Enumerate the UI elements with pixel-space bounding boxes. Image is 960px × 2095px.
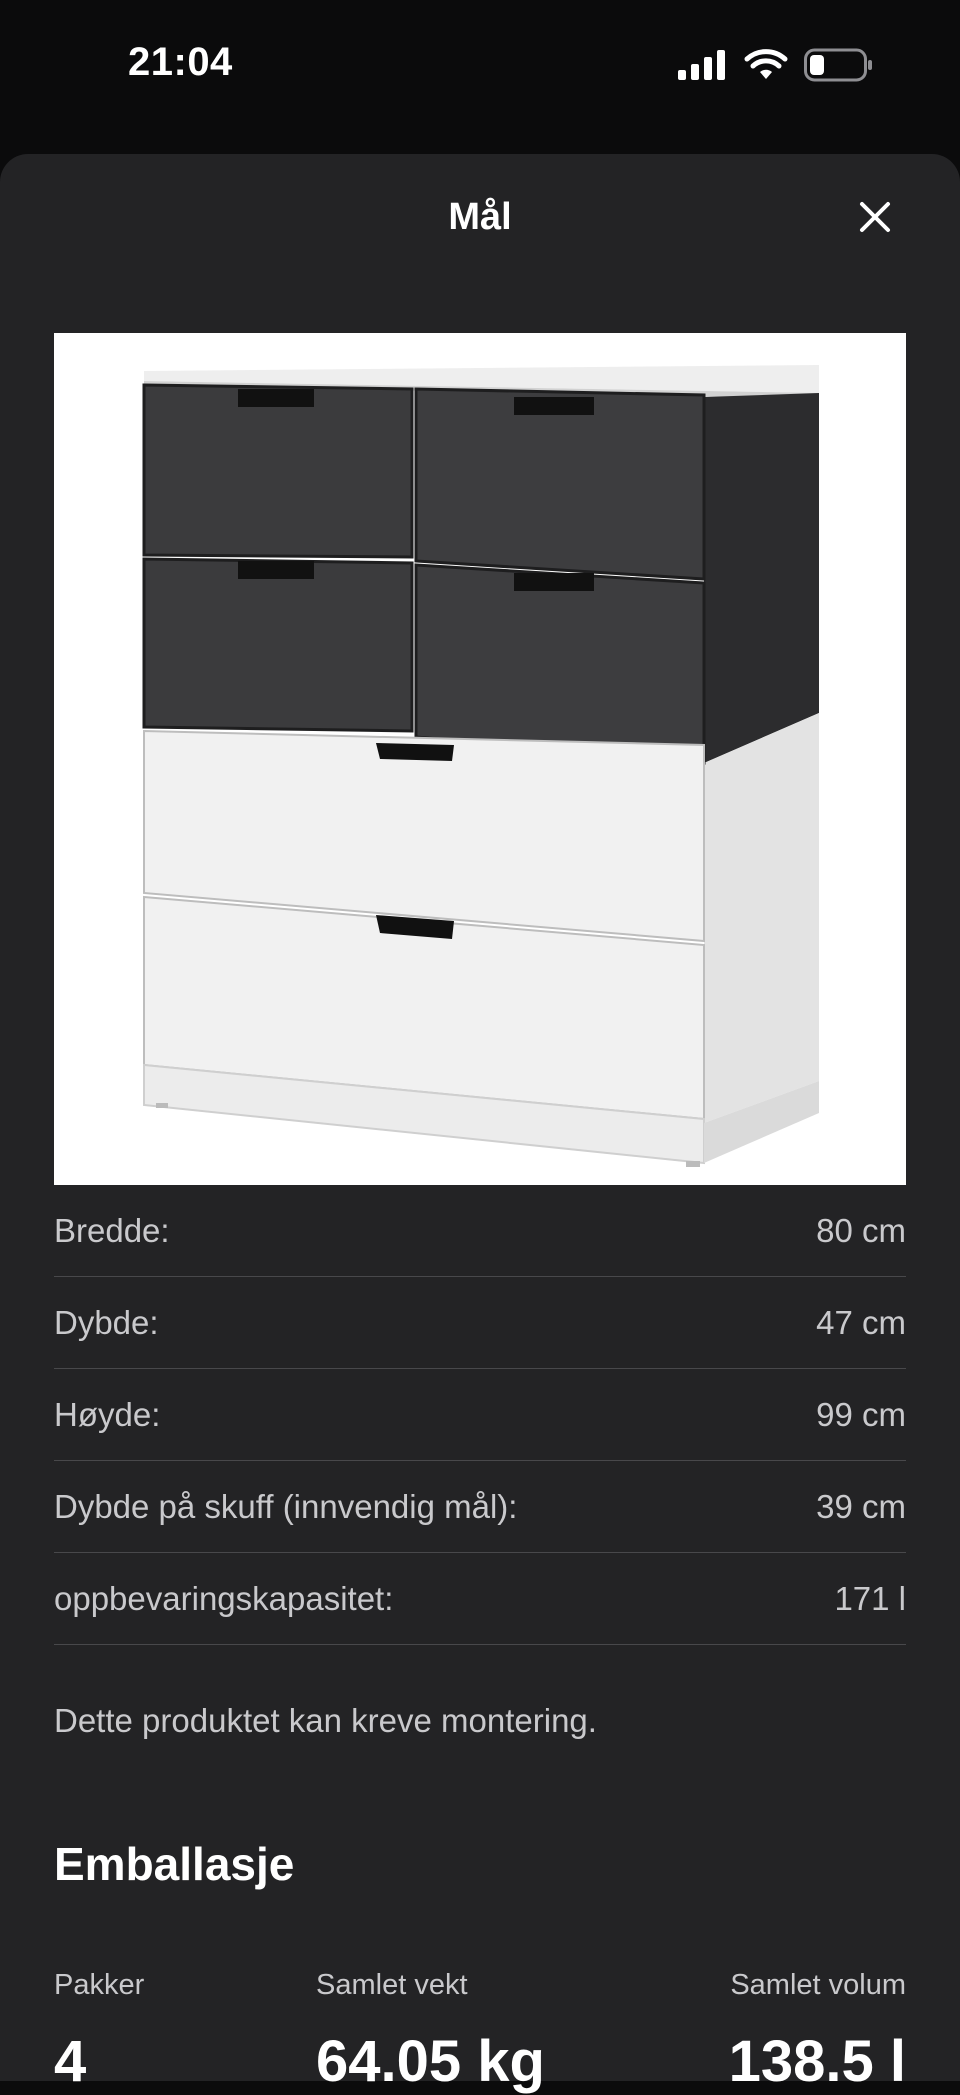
spec-value: 47 cm xyxy=(816,1303,906,1341)
spec-row-drawer-depth: Dybde på skuff (innvendig mål): 39 cm xyxy=(54,1461,906,1553)
close-icon[interactable] xyxy=(858,200,892,234)
total-weight-column: Samlet vekt 64.05 kg xyxy=(316,1969,545,2095)
spec-row-width: Bredde: 80 cm xyxy=(54,1185,906,1277)
spec-label: Dybde: xyxy=(54,1303,159,1341)
spec-value: 171 l xyxy=(834,1579,906,1617)
spec-row-storage-capacity: oppbevaringskapasitet: 171 l xyxy=(54,1553,906,1645)
packages-value: 4 xyxy=(54,2029,87,2094)
status-time: 21:04 xyxy=(128,40,233,84)
wifi-icon xyxy=(744,49,788,79)
spec-label: Dybde på skuff (innvendig mål): xyxy=(54,1487,518,1525)
spec-value: 80 cm xyxy=(816,1211,906,1249)
sheet-title: Mål xyxy=(448,196,512,238)
assembly-note: Dette produktet kan kreve montering. xyxy=(54,1702,597,1739)
spec-row-depth: Dybde: 47 cm xyxy=(54,1277,906,1369)
total-volume-column: Samlet volum 138.5 l xyxy=(729,1969,906,2095)
spec-value: 39 cm xyxy=(816,1487,906,1525)
chest-of-drawers-image xyxy=(142,365,819,1167)
packages-column: Pakker 4 xyxy=(54,1969,144,2095)
total-weight-label: Samlet vekt xyxy=(316,1969,468,2001)
battery-icon xyxy=(804,48,872,82)
packaging-heading: Emballasje xyxy=(54,1838,295,1890)
dimension-specs: Bredde: 80 cm Dybde: 47 cm Høyde: 99 cm … xyxy=(54,1185,906,1645)
status-icons xyxy=(678,48,874,82)
spec-label: oppbevaringskapasitet: xyxy=(54,1579,394,1617)
total-volume-label: Samlet volum xyxy=(730,1969,906,2001)
spec-value: 99 cm xyxy=(816,1395,906,1433)
product-image xyxy=(54,333,906,1185)
total-volume-value: 138.5 l xyxy=(728,2029,906,2094)
status-bar: 21:04 xyxy=(0,0,960,130)
total-weight-value: 64.05 kg xyxy=(316,2029,545,2094)
spec-row-height: Høyde: 99 cm xyxy=(54,1369,906,1461)
spec-label: Høyde: xyxy=(54,1395,161,1433)
dimensions-sheet: Mål Bredde: 80 cm Dybde: 47 cm Høyde: 99… xyxy=(0,154,960,2094)
packages-label: Pakker xyxy=(54,1969,145,2001)
cellular-signal-icon xyxy=(678,50,725,80)
spec-label: Bredde: xyxy=(54,1211,170,1249)
